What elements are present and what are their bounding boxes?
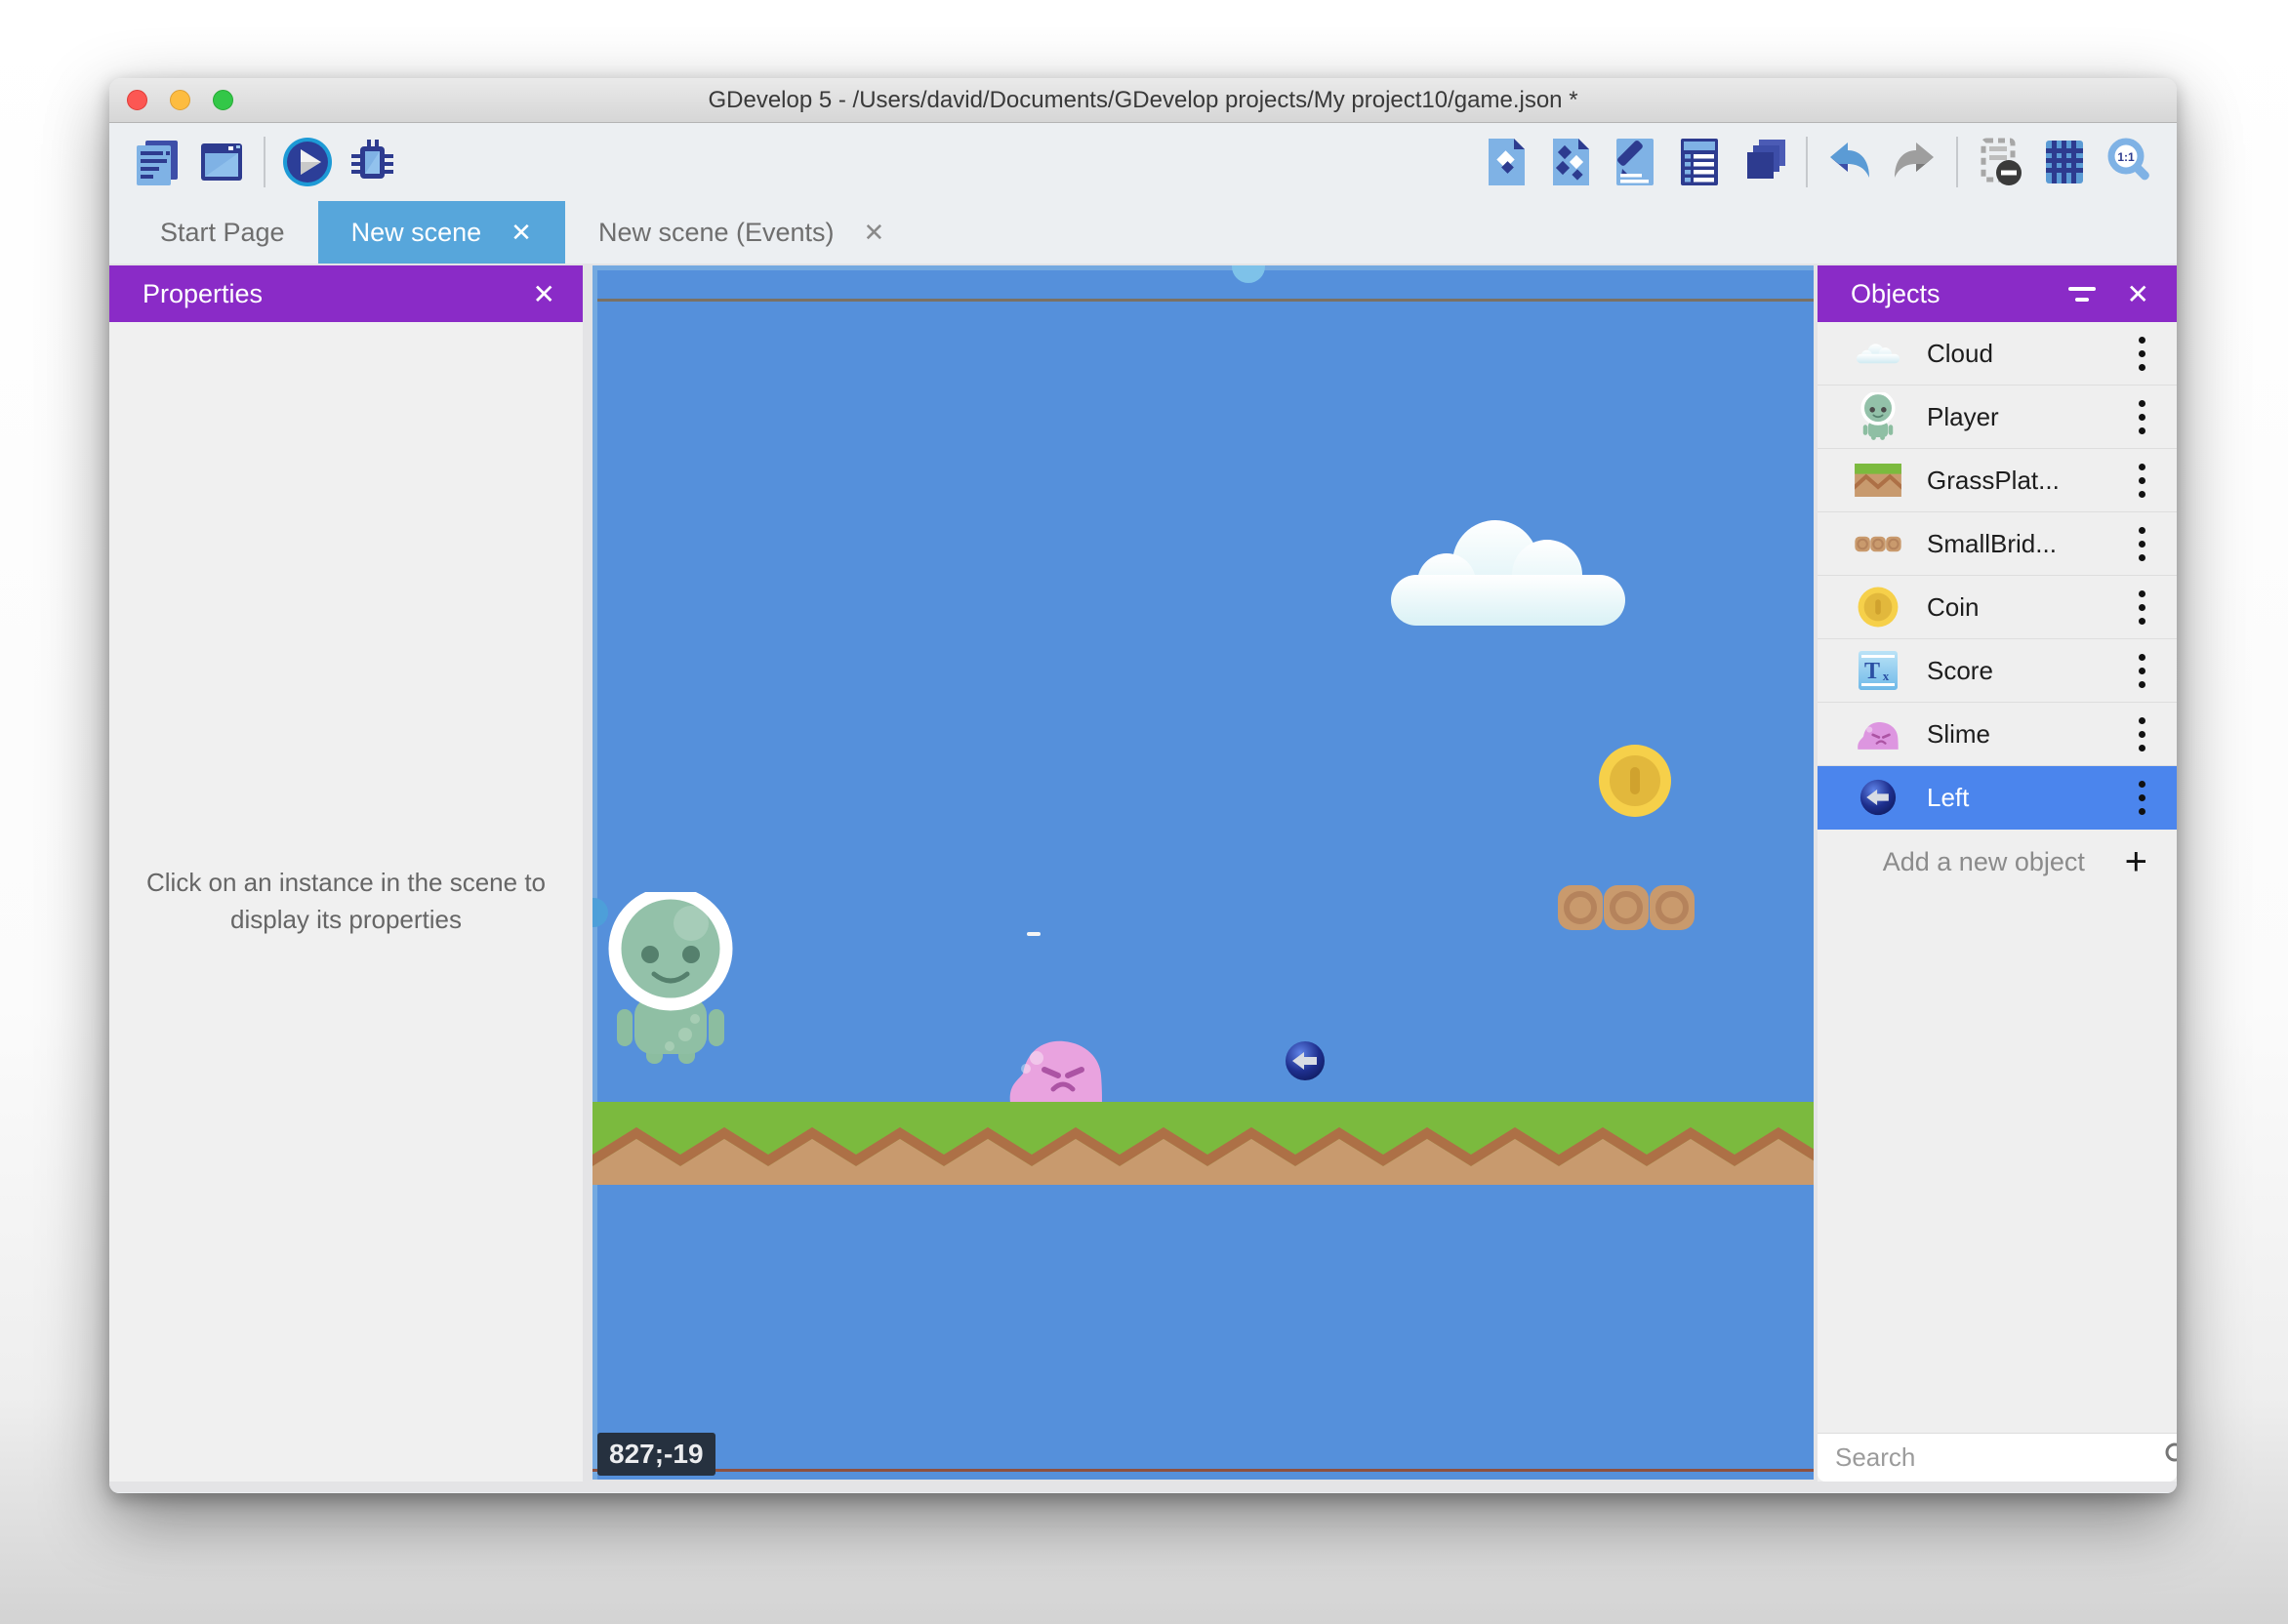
close-properties-icon[interactable]: ✕ (527, 278, 561, 310)
close-tab-icon[interactable]: ✕ (511, 220, 532, 245)
object-row-player[interactable]: Player (1818, 386, 2177, 449)
close-tab-icon[interactable]: ✕ (864, 220, 885, 245)
object-menu-icon[interactable] (2135, 460, 2149, 502)
object-menu-icon[interactable] (2135, 523, 2149, 565)
cloud-icon (1851, 340, 1905, 367)
selection-handle[interactable] (1232, 265, 1265, 283)
objects-editor-icon[interactable] (1542, 134, 1599, 190)
scene-border-bottom (592, 1469, 1814, 1472)
canvas-edge (592, 265, 597, 1480)
scene-window-icon[interactable] (193, 134, 250, 190)
minimize-window-button[interactable] (170, 90, 190, 110)
object-row-cloud[interactable]: Cloud (1818, 322, 2177, 386)
redo-icon[interactable] (1886, 134, 1942, 190)
object-row-left[interactable]: Left (1818, 766, 2177, 830)
maximize-window-button[interactable] (213, 90, 233, 110)
project-manager-icon[interactable] (129, 134, 185, 190)
object-row-coin[interactable]: Coin (1818, 576, 2177, 639)
canvas-edge (592, 265, 1814, 270)
titlebar: GDevelop 5 - /Users/david/Documents/GDev… (109, 78, 2177, 123)
toolbar-divider (264, 137, 266, 187)
object-menu-icon[interactable] (2135, 650, 2149, 692)
text-object-icon: Tx (1851, 651, 1905, 690)
export-object-icon[interactable] (1478, 134, 1534, 190)
object-menu-icon[interactable] (2135, 777, 2149, 819)
selection-handle[interactable] (592, 898, 608, 927)
tab-new-scene[interactable]: New scene ✕ (318, 201, 565, 264)
grass-platform-sprite[interactable] (592, 1102, 1814, 1185)
alien-player-icon (1851, 392, 1905, 441)
objects-panel-title: Objects (1851, 279, 2068, 309)
toolbar-divider (1806, 137, 1808, 187)
bridge-logs-sprite[interactable] (1557, 884, 1696, 931)
grid-icon[interactable] (2036, 134, 2093, 190)
plus-icon: + (2125, 842, 2147, 881)
toolbar-divider (1956, 137, 1958, 187)
object-row-slime[interactable]: Slime (1818, 703, 2177, 766)
window-title: GDevelop 5 - /Users/david/Documents/GDev… (109, 87, 2177, 114)
close-objects-icon[interactable]: ✕ (2121, 278, 2155, 310)
tabbar: Start Page New scene ✕ New scene (Events… (109, 201, 2177, 264)
svg-text:1:1: 1:1 (2117, 150, 2135, 164)
search-icon (2162, 1441, 2177, 1475)
left-arrow-ball-icon (1851, 779, 1905, 816)
layers-list-icon[interactable] (1671, 134, 1728, 190)
properties-empty-message: Click on an instance in the scene to dis… (146, 865, 547, 938)
object-menu-icon[interactable] (2135, 587, 2149, 629)
cloud-sprite[interactable] (1386, 512, 1630, 629)
debug-icon[interactable] (344, 134, 400, 190)
svg-text:x: x (1883, 669, 1890, 683)
close-window-button[interactable] (127, 90, 147, 110)
slime-icon (1851, 718, 1905, 750)
object-menu-icon[interactable] (2135, 396, 2149, 438)
instances-list-icon[interactable] (1736, 134, 1792, 190)
object-menu-icon[interactable] (2135, 713, 2149, 755)
play-icon[interactable] (279, 134, 336, 190)
zoom-1-1-icon[interactable]: 1:1 (2101, 134, 2157, 190)
object-row-smallbridge[interactable]: SmallBrid... (1818, 512, 2177, 576)
toolbar: 1:1 (109, 123, 2177, 201)
undo-icon[interactable] (1821, 134, 1878, 190)
origin-point-marker (1027, 932, 1041, 936)
scene-border-top (597, 299, 1814, 302)
filter-icon[interactable] (2068, 287, 2096, 302)
tab-label: New scene (351, 218, 482, 248)
left-arrow-ball-sprite[interactable] (1285, 1040, 1326, 1081)
toggle-mask-icon[interactable] (1972, 134, 2028, 190)
object-menu-icon[interactable] (2135, 333, 2149, 375)
editor-content: Properties ✕ Click on an instance in the… (109, 264, 2177, 1492)
object-row-score[interactable]: Tx Score (1818, 639, 2177, 703)
properties-panel: Properties ✕ Click on an instance in the… (109, 265, 583, 1482)
search-input[interactable] (1835, 1442, 2162, 1473)
gdevelop-window: GDevelop 5 - /Users/david/Documents/GDev… (109, 78, 2177, 1493)
properties-panel-title: Properties (143, 279, 527, 309)
object-row-grassplatform[interactable]: GrassPlat... (1818, 449, 2177, 512)
slime-sprite[interactable] (1007, 1033, 1105, 1103)
tab-start-page[interactable]: Start Page (127, 201, 318, 264)
coin-icon (1851, 587, 1905, 628)
tab-label: New scene (Events) (598, 218, 835, 248)
objects-panel: Objects ✕ Cloud Player (1818, 265, 2177, 1482)
coin-sprite[interactable] (1598, 744, 1672, 818)
edit-scene-icon[interactable] (1607, 134, 1663, 190)
scene-canvas[interactable]: 827;-19 (592, 265, 1814, 1480)
grass-platform-icon (1851, 464, 1905, 497)
bridge-logs-icon (1851, 536, 1905, 552)
add-new-object-button[interactable]: Add a new object + (1818, 830, 2177, 894)
cursor-coordinates-badge: 827;-19 (597, 1433, 715, 1476)
svg-text:T: T (1864, 659, 1880, 684)
tab-new-scene-events[interactable]: New scene (Events) ✕ (565, 201, 918, 264)
player-sprite[interactable] (607, 892, 734, 1068)
objects-search-bar (1818, 1433, 2177, 1482)
tab-label: Start Page (160, 218, 285, 248)
